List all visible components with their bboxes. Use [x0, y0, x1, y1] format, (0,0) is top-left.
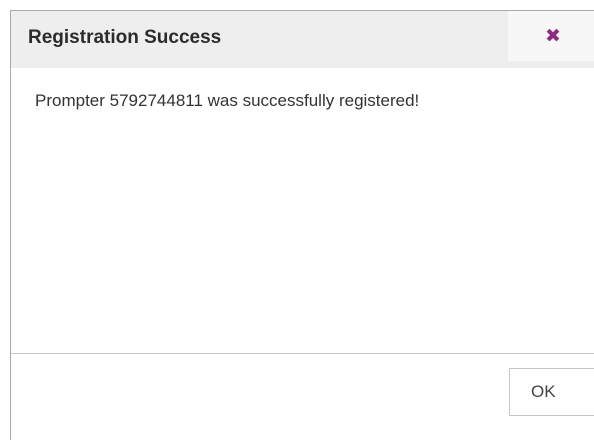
dialog-titlebar: Registration Success ✖ — [11, 11, 594, 68]
dialog-footer: OK — [11, 353, 594, 444]
registration-success-dialog: Registration Success ✖ Prompter 57927448… — [10, 10, 594, 440]
dialog-message: Prompter 5792744811 was successfully reg… — [35, 91, 420, 110]
close-button[interactable]: ✖ — [508, 11, 594, 61]
close-icon: ✖ — [545, 25, 561, 47]
dialog-title: Registration Success — [28, 27, 222, 48]
ok-button[interactable]: OK — [509, 368, 594, 416]
